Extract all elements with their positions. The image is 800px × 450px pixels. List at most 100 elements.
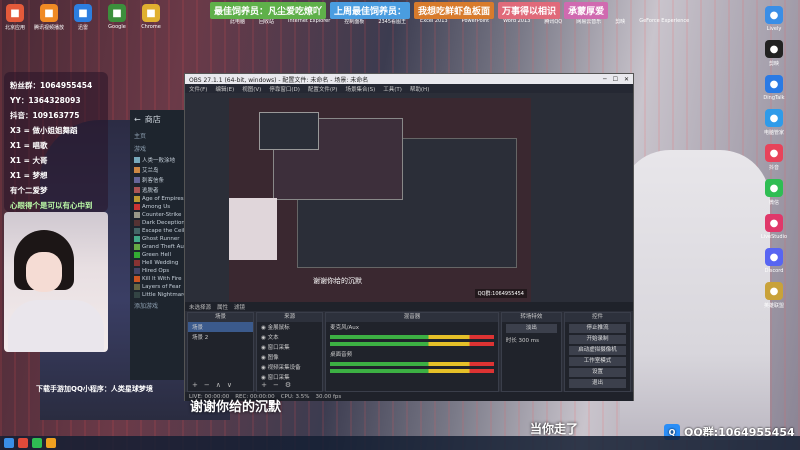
app-icon: ●: [765, 6, 783, 24]
menu-item[interactable]: 配置文件(P): [308, 85, 338, 93]
desktop-icon[interactable]: ● DingTalk: [759, 75, 789, 101]
desktop-icon[interactable]: ■ 迅雷: [68, 4, 98, 31]
game-icon: [134, 284, 140, 290]
desktop-icon-label[interactable]: 腾讯QQ: [544, 18, 562, 25]
add-icon[interactable]: +: [261, 381, 267, 389]
control-button[interactable]: 停止推流: [568, 324, 626, 333]
game-name: Age of Empires: [142, 196, 184, 202]
game-list-item[interactable]: Layers of Fear: [130, 283, 186, 291]
desktop-icon-label[interactable]: 回收站: [259, 18, 274, 25]
control-button[interactable]: 退出: [568, 379, 626, 388]
menu-item[interactable]: 文件(F): [189, 85, 207, 93]
game-list-item[interactable]: Kill It With Fire: [130, 275, 186, 283]
game-list-item[interactable]: Dark Deception: [130, 219, 186, 227]
desktop-icon-label[interactable]: 网易云音乐: [576, 18, 601, 25]
desktop-icon[interactable]: ● 抖音: [759, 144, 789, 171]
add-icon[interactable]: +: [192, 381, 198, 389]
close-icon[interactable]: ✕: [624, 76, 629, 83]
game-list-item[interactable]: 艾兰岛: [130, 165, 186, 175]
source-item[interactable]: ◉ 视频采集设备: [257, 362, 322, 372]
obs-preview[interactable]: 谢谢你给的沉默 QQ群:1064955454: [229, 98, 531, 302]
menu-item[interactable]: 停靠窗口(D): [269, 85, 300, 93]
start-icon[interactable]: [4, 438, 14, 448]
remove-icon[interactable]: −: [273, 381, 279, 389]
game-list-item[interactable]: Age of Empires: [130, 195, 186, 203]
desktop-icon-label[interactable]: 此电脑: [230, 18, 245, 25]
transition-select[interactable]: 淡出: [505, 324, 557, 333]
source-item[interactable]: ◉ 窗口采集: [257, 342, 322, 352]
add-game-button[interactable]: 添加游戏: [130, 299, 186, 312]
desktop-icon-label[interactable]: Word 2013: [503, 18, 530, 25]
scene-item[interactable]: 场景: [188, 322, 254, 332]
desktop-icon-label[interactable]: 控制面板: [344, 18, 364, 25]
desktop-icon[interactable]: ● Lively: [759, 6, 789, 32]
game-icon: [134, 220, 140, 226]
maximize-icon[interactable]: ☐: [613, 76, 618, 83]
properties-button[interactable]: 属性: [217, 303, 228, 311]
mixer-dock: 混音器 麦克风/Aux 桌面音频: [325, 312, 499, 392]
up-icon[interactable]: ∧: [216, 381, 221, 389]
game-list-item[interactable]: Among Us: [130, 203, 186, 211]
game-icon: [134, 157, 140, 163]
game-list-item[interactable]: Grand Theft Auto: [130, 243, 186, 251]
menu-item[interactable]: 视图(V): [242, 85, 261, 93]
menu-item[interactable]: 编辑(E): [215, 85, 234, 93]
desktop-icon-label[interactable]: GeForce Experience: [639, 18, 689, 25]
desktop-icon[interactable]: ● 电脑管家: [759, 109, 789, 136]
steam-store-panel: ← 商店 主页 游戏 人类一败涂地 艾兰岛 刺客信条 逃脱者 Age of Empire…: [130, 110, 186, 380]
desktop-icon-label[interactable]: Excel 2013: [420, 18, 448, 25]
control-button[interactable]: 开始录制: [568, 335, 626, 344]
control-button[interactable]: 设置: [568, 368, 626, 377]
menu-item[interactable]: 工具(T): [383, 85, 402, 93]
down-icon[interactable]: ∨: [227, 381, 232, 389]
desktop-icon-label[interactable]: 剪映: [615, 18, 625, 25]
minimize-icon[interactable]: ─: [603, 76, 607, 83]
taskbar-app-icon[interactable]: [18, 438, 28, 448]
menu-item[interactable]: 帮助(H): [410, 85, 429, 93]
desktop-icon[interactable]: ● Discord: [759, 248, 789, 274]
desktop-icon[interactable]: ■ 北京应用: [0, 4, 30, 31]
desktop-icon[interactable]: ● 微信: [759, 179, 789, 206]
source-item[interactable]: ◉ 文本: [257, 332, 322, 342]
taskbar-app-icon[interactable]: [32, 438, 42, 448]
game-list-item[interactable]: Counter-Strike: [130, 211, 186, 219]
desktop-icon[interactable]: ● 剪映: [759, 40, 789, 67]
duration-value[interactable]: 300 ms: [519, 338, 539, 344]
menu-item[interactable]: 场景集合(S): [345, 85, 375, 93]
steam-header: ← 商店: [130, 110, 186, 129]
game-list-item[interactable]: Hired Ops: [130, 267, 186, 275]
game-list-item[interactable]: Hell Wedding: [130, 259, 186, 267]
desktop-icon-label[interactable]: 2345看图王: [378, 18, 406, 25]
desktop-icon[interactable]: ■ Chrome: [136, 4, 166, 31]
source-item[interactable]: ◉ 图像: [257, 352, 322, 362]
remove-icon[interactable]: −: [204, 381, 210, 389]
desktop-icon[interactable]: ■ 腾讯视频播放: [34, 4, 64, 31]
steam-games-header[interactable]: 游戏: [130, 142, 186, 155]
gear-icon[interactable]: ⚙: [285, 381, 291, 389]
desktop-icon-label: Google: [108, 24, 126, 30]
steam-home[interactable]: 主页: [130, 129, 186, 142]
scene-item[interactable]: 场景 2: [188, 332, 253, 342]
game-list-item[interactable]: Little Nightmares: [130, 291, 186, 299]
app-icon: ●: [765, 248, 783, 266]
game-list-item[interactable]: 刺客信条: [130, 175, 186, 185]
desktop-icon-label[interactable]: Internet Explorer: [288, 18, 330, 25]
volume-slider[interactable]: [330, 369, 494, 373]
game-list-item[interactable]: Green Hell: [130, 251, 186, 259]
desktop-icon[interactable]: ● 英雄联盟: [759, 282, 789, 309]
desktop-icon[interactable]: ● LiveStudio: [759, 214, 789, 240]
game-list-item[interactable]: Escape the Ceiling: [130, 227, 186, 235]
game-icon: [134, 177, 140, 183]
volume-slider[interactable]: [330, 342, 494, 346]
source-item[interactable]: ◉ 金展鼠标: [257, 322, 322, 332]
game-list-item[interactable]: Ghost Runner: [130, 235, 186, 243]
game-list-item[interactable]: 逃脱者: [130, 185, 186, 195]
control-button[interactable]: 工作室模式: [568, 357, 626, 366]
filters-button[interactable]: 滤镜: [234, 303, 245, 311]
control-button[interactable]: 启动虚拟摄像机: [568, 346, 626, 355]
game-list-item[interactable]: 人类一败涂地: [130, 155, 186, 165]
taskbar-app-icon[interactable]: [46, 438, 56, 448]
back-arrow-icon[interactable]: ←: [134, 115, 141, 124]
desktop-icon-label[interactable]: PowerPoint: [462, 18, 490, 25]
desktop-icon[interactable]: ■ Google: [102, 4, 132, 31]
